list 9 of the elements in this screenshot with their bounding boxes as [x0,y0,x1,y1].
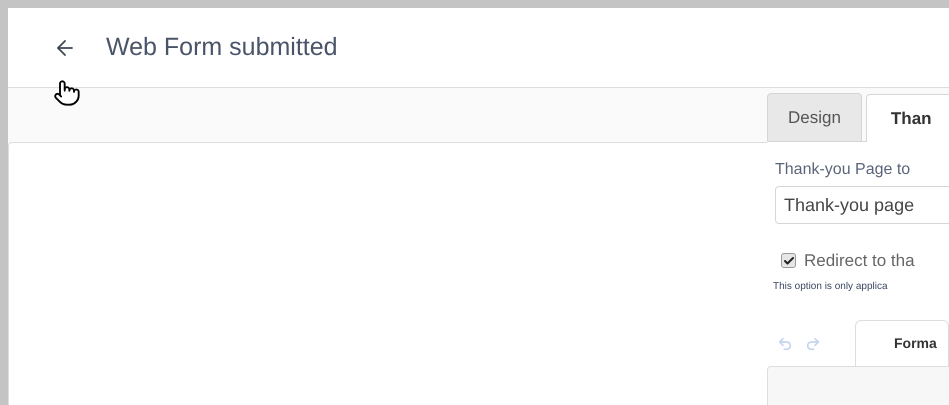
tab[interactable]: Design [767,93,862,141]
tab[interactable]: Than [866,94,949,142]
page-title: Web Form submitted [106,32,338,63]
field-label: Thank-you Page to [775,160,912,180]
thank-you-page-field[interactable]: Thank-you page [775,186,949,224]
checkbox-label: Redirect to tha [804,250,915,272]
redirect-checkbox[interactable] [781,253,796,268]
editor-tab[interactable]: Forma [855,320,949,366]
option-note: This option is only applica [773,280,889,294]
